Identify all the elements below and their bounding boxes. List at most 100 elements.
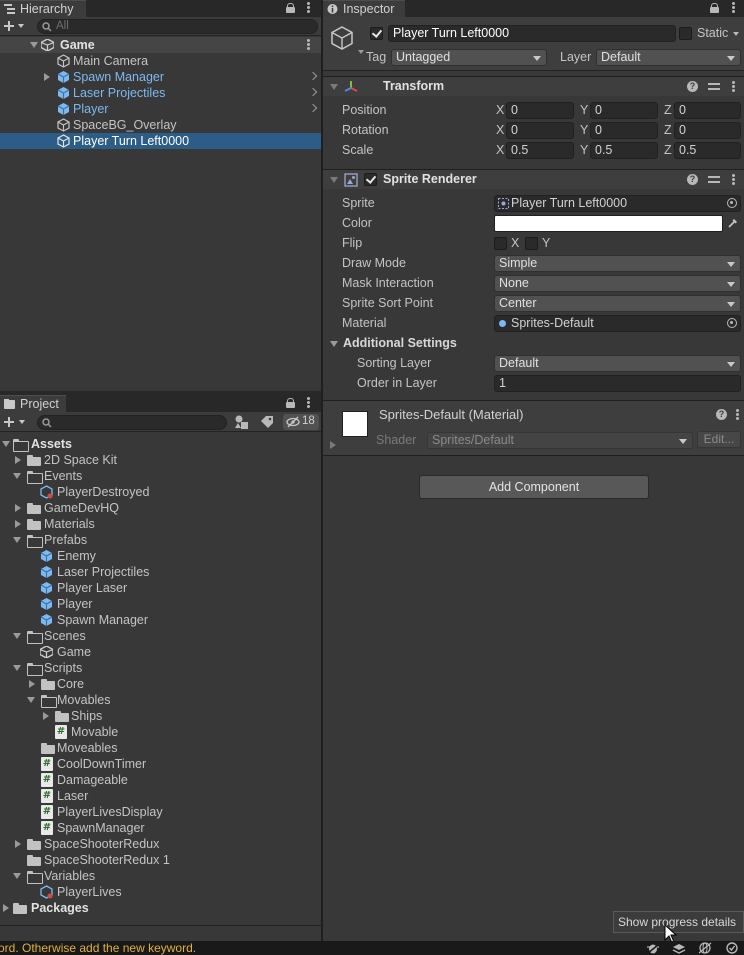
expand-arrow-icon[interactable] <box>2 441 10 447</box>
rotation-z-field[interactable]: 0 <box>674 122 741 139</box>
expand-arrow-icon[interactable] <box>15 520 21 528</box>
expand-arrow-icon[interactable] <box>29 680 35 688</box>
hidden-packages-toggle[interactable]: 18 <box>283 414 319 430</box>
layer-dropdown[interactable]: Default <box>596 49 741 66</box>
sprite-object-field[interactable]: Player Turn Left0000 <box>494 195 741 212</box>
project-item[interactable]: # Movable <box>0 724 321 740</box>
color-swatch[interactable] <box>494 215 723 232</box>
project-item[interactable]: Laser Projectiles <box>0 564 321 580</box>
more-options-icon[interactable] <box>307 397 311 409</box>
project-item[interactable]: 2D Space Kit <box>0 452 321 468</box>
project-item[interactable]: Player <box>0 596 321 612</box>
transform-header[interactable]: Transform ? <box>323 76 744 96</box>
lock-icon[interactable] <box>286 398 295 408</box>
icon-dropdown-arrow-icon[interactable] <box>358 50 364 54</box>
project-search-input[interactable] <box>37 415 227 430</box>
project-item-packages[interactable]: Packages <box>0 900 321 916</box>
shader-dropdown[interactable]: Sprites/Default <box>427 432 693 449</box>
expand-arrow-icon[interactable] <box>13 665 21 671</box>
hierarchy-item[interactable]: Main Camera <box>0 53 321 69</box>
rotation-y-field[interactable]: 0 <box>590 122 658 139</box>
help-icon[interactable]: ? <box>716 409 727 420</box>
project-item[interactable]: Variables <box>0 868 321 884</box>
rotation-x-field[interactable]: 0 <box>506 122 574 139</box>
chevron-right-icon[interactable] <box>308 87 318 97</box>
project-item-assets[interactable]: Assets <box>0 436 321 452</box>
shader-edit-button[interactable]: Edit... <box>697 431 741 448</box>
add-component-button[interactable]: Add Component <box>419 475 649 499</box>
project-item[interactable]: Events <box>0 468 321 484</box>
bug-icon[interactable] <box>646 943 660 954</box>
static-dropdown-arrow-icon[interactable] <box>733 32 739 36</box>
project-item[interactable]: Spawn Manager <box>0 612 321 628</box>
sorting-layer-dropdown[interactable]: Default <box>494 355 741 372</box>
object-picker-icon[interactable] <box>727 318 737 328</box>
project-item[interactable]: # SpawnManager <box>0 820 321 836</box>
sprite-renderer-header[interactable]: Sprite Renderer ? <box>323 169 744 189</box>
object-name-field[interactable]: Player Turn Left0000 <box>388 25 676 42</box>
hierarchy-scene-row[interactable]: Game <box>0 37 321 53</box>
more-options-icon[interactable] <box>307 2 311 14</box>
expand-arrow-icon[interactable] <box>15 504 21 512</box>
search-by-type-icon[interactable] <box>234 415 250 429</box>
lock-icon[interactable] <box>286 3 295 13</box>
sprite-renderer-enabled-checkbox[interactable] <box>364 173 377 186</box>
mask-interaction-dropdown[interactable]: None <box>494 275 741 292</box>
expand-arrow-icon[interactable] <box>13 633 21 639</box>
project-item[interactable]: Materials <box>0 516 321 532</box>
project-item[interactable]: # CoolDownTimer <box>0 756 321 772</box>
hierarchy-search-input[interactable]: All <box>37 19 318 34</box>
project-item[interactable]: # PlayerLivesDisplay <box>0 804 321 820</box>
expand-arrow-icon[interactable] <box>330 341 338 347</box>
project-item[interactable]: SpaceShooterRedux <box>0 836 321 852</box>
position-x-field[interactable]: 0 <box>506 102 574 119</box>
project-item[interactable]: Core <box>0 676 321 692</box>
project-item[interactable]: PlayerDestroyed <box>0 484 321 500</box>
progress-spinner-icon[interactable] <box>725 942 739 954</box>
project-item[interactable]: Ships <box>0 708 321 724</box>
expand-arrow-icon[interactable] <box>13 537 21 543</box>
position-z-field[interactable]: 0 <box>674 102 741 119</box>
expand-arrow-icon[interactable] <box>330 441 336 449</box>
expand-arrow-icon[interactable] <box>13 473 21 479</box>
expand-arrow-icon[interactable] <box>44 73 50 81</box>
eyedropper-icon[interactable] <box>727 217 739 229</box>
project-item[interactable]: GameDevHQ <box>0 500 321 516</box>
project-item[interactable]: Moveables <box>0 740 321 756</box>
position-y-field[interactable]: 0 <box>590 102 658 119</box>
scene-more-icon[interactable] <box>307 39 311 51</box>
component-more-icon[interactable] <box>732 174 736 186</box>
material-object-field[interactable]: Sprites-Default <box>494 315 741 332</box>
draw-mode-dropdown[interactable]: Simple <box>494 255 741 272</box>
project-item[interactable]: SpaceShooterRedux 1 <box>0 852 321 868</box>
chevron-right-icon[interactable] <box>308 103 318 113</box>
expand-arrow-icon[interactable] <box>43 712 49 720</box>
create-dropdown[interactable] <box>3 19 25 33</box>
scale-x-field[interactable]: 0.5 <box>506 142 574 159</box>
expand-arrow-icon[interactable] <box>27 697 35 703</box>
hierarchy-item[interactable]: SpaceBG_Overlay <box>0 117 321 133</box>
order-in-layer-field[interactable]: 1 <box>494 375 741 392</box>
expand-arrow-icon[interactable] <box>13 873 21 879</box>
project-item[interactable]: # Laser <box>0 788 321 804</box>
project-item[interactable]: Game <box>0 644 321 660</box>
console-message[interactable]: ord. Otherwise add the new keyword. <box>0 941 196 955</box>
tab-inspector[interactable]: Inspector <box>323 0 405 17</box>
more-options-icon[interactable] <box>732 2 736 14</box>
expand-arrow-icon[interactable] <box>15 456 21 464</box>
help-icon[interactable]: ? <box>687 81 698 92</box>
layers-stack-icon[interactable] <box>672 943 686 954</box>
help-icon[interactable]: ? <box>687 174 698 185</box>
flip-y-checkbox[interactable] <box>525 237 538 250</box>
hierarchy-item[interactable]: Laser Projectiles <box>0 85 321 101</box>
tag-dropdown[interactable]: Untagged <box>391 49 547 66</box>
component-more-icon[interactable] <box>732 81 736 93</box>
scale-z-field[interactable]: 0.5 <box>674 142 741 159</box>
project-item[interactable]: # Damageable <box>0 772 321 788</box>
hierarchy-item-selected[interactable]: Player Turn Left0000 <box>0 133 321 149</box>
hierarchy-item[interactable]: Spawn Manager <box>0 69 321 85</box>
additional-settings-foldout[interactable]: Additional Settings <box>323 335 744 352</box>
project-item[interactable]: Enemy <box>0 548 321 564</box>
chevron-right-icon[interactable] <box>308 71 318 81</box>
project-item[interactable]: Player Laser <box>0 580 321 596</box>
